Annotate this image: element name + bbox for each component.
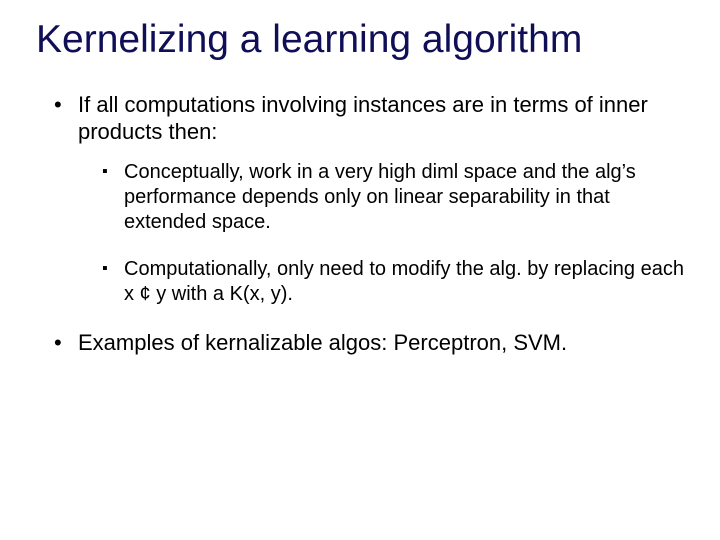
bullet-intro-text: If all computations involving instances … (78, 92, 648, 145)
sub-bullet-list: Conceptually, work in a very high diml s… (78, 160, 684, 307)
sub-bullet-1: Conceptually, work in a very high diml s… (102, 160, 684, 235)
bullet-examples: Examples of kernalizable algos: Perceptr… (54, 329, 684, 357)
sub-bullet-2: Computationally, only need to modify the… (102, 257, 684, 307)
slide: Kernelizing a learning algorithm If all … (0, 0, 720, 540)
sub-bullet-2-text: Computationally, only need to modify the… (124, 258, 684, 305)
bullet-list: If all computations involving instances … (36, 91, 684, 357)
sub-bullet-1-text: Conceptually, work in a very high diml s… (124, 161, 636, 233)
bullet-intro: If all computations involving instances … (54, 91, 684, 307)
slide-title: Kernelizing a learning algorithm (36, 18, 684, 63)
bullet-examples-text: Examples of kernalizable algos: Perceptr… (78, 330, 567, 355)
